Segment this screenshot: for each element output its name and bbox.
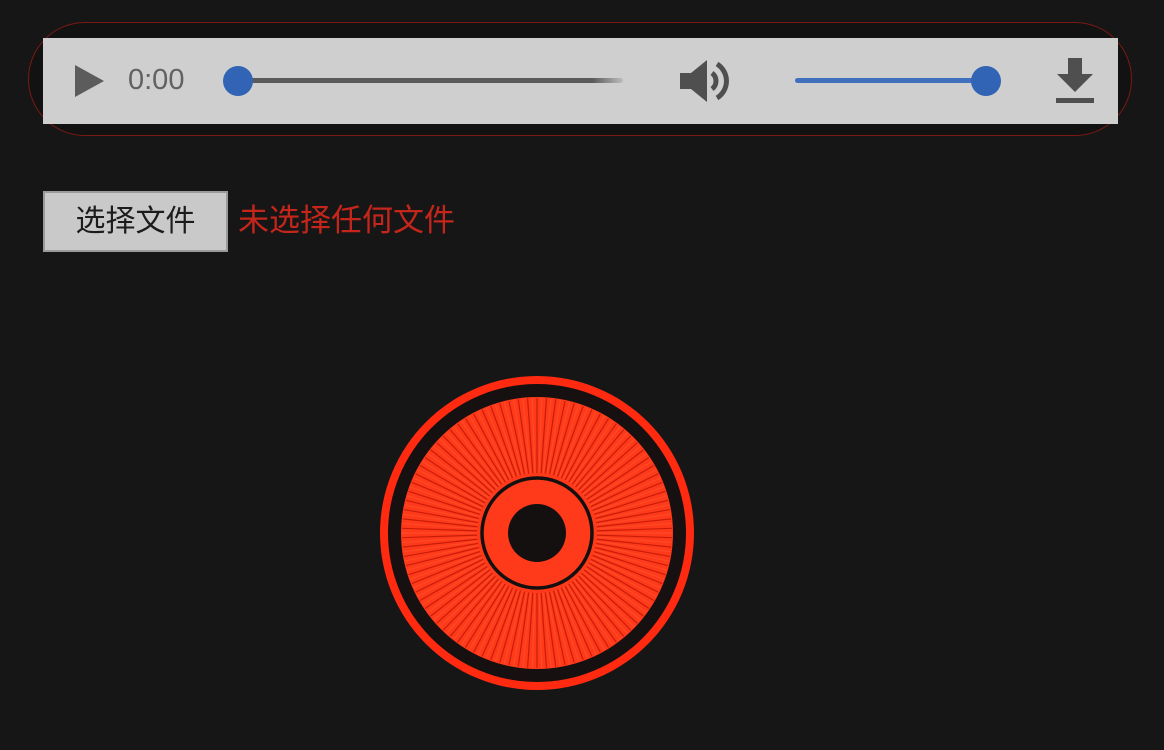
speaker-icon	[680, 60, 729, 102]
visualizer-center-hole	[508, 504, 566, 562]
seek-track	[237, 78, 623, 83]
seek-thumb[interactable]	[223, 66, 253, 96]
audio-player: 0:00	[43, 38, 1118, 124]
volume-thumb[interactable]	[971, 66, 1001, 96]
volume-slider[interactable]	[795, 66, 1001, 96]
audio-visualizer	[380, 376, 694, 690]
seek-slider[interactable]	[223, 66, 623, 96]
download-icon	[1056, 58, 1094, 103]
file-status-text: 未选择任何文件	[238, 203, 455, 239]
download-button[interactable]	[1053, 54, 1097, 108]
current-time: 0:00	[128, 64, 185, 96]
play-button[interactable]	[73, 64, 105, 98]
mute-button[interactable]	[678, 58, 732, 104]
play-icon	[75, 65, 104, 97]
choose-file-button[interactable]: 选择文件	[43, 191, 228, 252]
volume-track	[795, 78, 986, 83]
